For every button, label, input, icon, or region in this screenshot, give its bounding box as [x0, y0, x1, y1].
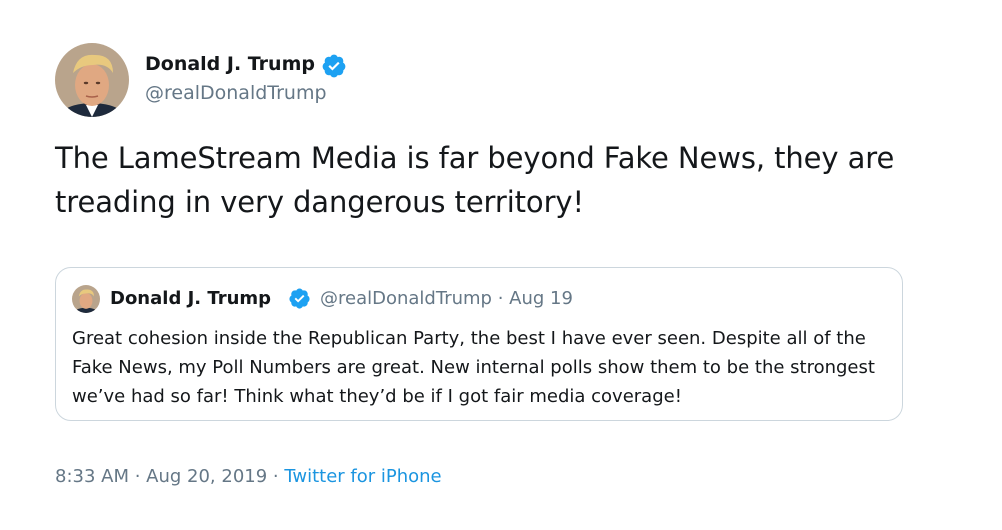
quoted-tweet-text: Great cohesion inside the Republican Par… — [72, 328, 875, 407]
avatar-photo-icon — [55, 43, 129, 117]
quoted-tweet[interactable]: Donald J. Trump @realDonaldTrump · Aug 1… — [55, 267, 903, 421]
quoted-author-name: Donald J. Trump — [110, 288, 272, 309]
author-name[interactable]: Donald J. Trump — [145, 52, 315, 76]
verified-badge-icon — [322, 54, 346, 78]
author-handle[interactable]: @realDonaldTrump — [145, 80, 327, 106]
tweet-card: Donald J. Trump @realDonaldTrump The Lam… — [0, 0, 1002, 530]
quoted-tweet-meta: @realDonaldTrump · Aug 19 — [320, 288, 573, 309]
tweet-source-link[interactable]: Twitter for iPhone — [284, 466, 441, 487]
tweet-text: The LameStream Media is far beyond Fake … — [55, 141, 895, 219]
quoted-author-avatar — [72, 285, 100, 313]
tweet-footer: 8:33 AM · Aug 20, 2019 · Twitter for iPh… — [55, 464, 442, 490]
avatar-photo-icon — [72, 285, 100, 313]
author-avatar[interactable] — [55, 43, 129, 117]
tweet-timestamp[interactable]: 8:33 AM · Aug 20, 2019 · — [55, 466, 284, 487]
verified-badge-icon — [289, 288, 310, 309]
